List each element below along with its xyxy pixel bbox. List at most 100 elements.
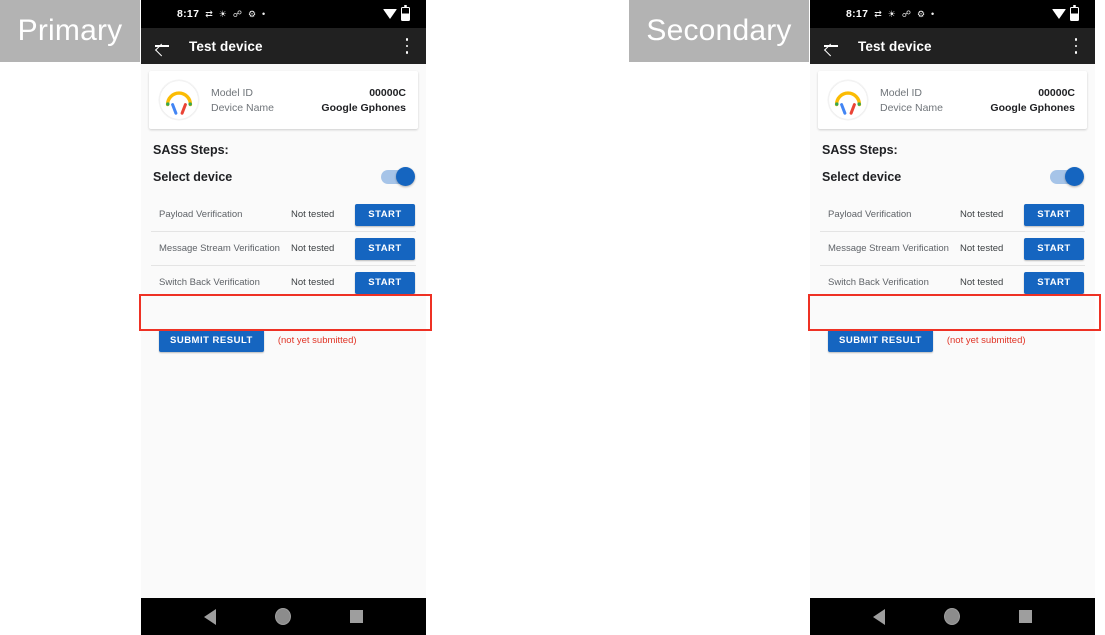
model-id-label: Model ID — [211, 86, 254, 99]
bluetooth-icon: ☍ — [901, 8, 911, 19]
start-button[interactable]: START — [1024, 203, 1084, 226]
start-button[interactable]: START — [355, 203, 415, 226]
test-name: Switch Back Verification — [159, 276, 260, 288]
back-arrow-icon[interactable] — [822, 37, 840, 55]
device-info-row-model: Model ID 00000C — [880, 85, 1075, 100]
app-bar: Test device — [810, 28, 1095, 64]
table-row: Message Stream Verification Not tested S… — [151, 232, 416, 266]
device-card: Model ID 00000C Device Name Google Gphon… — [149, 71, 418, 129]
device-info-rows: Model ID 00000C Device Name Google Gphon… — [211, 85, 406, 115]
nav-home-icon[interactable] — [943, 608, 960, 625]
main-content: SASS Steps: Select device Payload Verifi… — [810, 143, 1095, 352]
device-info-row-model: Model ID 00000C — [211, 85, 406, 100]
bluetooth-icon: ☍ — [232, 8, 242, 19]
android-nav-bar — [810, 598, 1095, 635]
submit-status-note: (not yet submitted) — [946, 335, 1026, 346]
headphones-device-icon — [159, 80, 199, 120]
main-content: SASS Steps: Select device Payload Verifi… — [141, 143, 426, 352]
start-button[interactable]: START — [1024, 271, 1084, 294]
select-device-row: Select device — [822, 167, 1084, 186]
test-status: Not tested — [291, 209, 335, 220]
nav-back-icon[interactable] — [204, 608, 217, 625]
back-arrow-icon[interactable] — [153, 37, 171, 55]
table-row: Payload Verification Not tested START — [151, 198, 416, 232]
test-status: Not tested — [960, 209, 1004, 220]
nav-back-icon[interactable] — [873, 608, 886, 625]
submit-status-note: (not yet submitted) — [277, 335, 357, 346]
sass-steps-heading: SASS Steps: — [153, 143, 229, 157]
select-device-toggle[interactable] — [381, 167, 415, 186]
select-device-label: Select device — [153, 170, 233, 184]
test-status: Not tested — [960, 243, 1004, 254]
device-name-label: Device Name — [211, 101, 275, 114]
wifi-icon — [1052, 9, 1066, 19]
dot-icon: • — [262, 8, 266, 19]
device-info-row-name: Device Name Google Gphones — [880, 100, 1075, 115]
page-title: Test device — [189, 38, 263, 54]
start-button[interactable]: START — [1024, 237, 1084, 260]
page-title: Test device — [858, 38, 932, 54]
kebab-menu-icon[interactable] — [1069, 37, 1083, 55]
headphones-device-icon — [828, 80, 868, 120]
brightness-icon: ☀ — [218, 8, 227, 19]
device-card-container: Model ID 00000C Device Name Google Gphon… — [141, 64, 426, 129]
status-bar-left-group: 8:17 ⇄ ☀ ☍ ⚙ • — [177, 8, 265, 20]
app-bar: Test device — [141, 28, 426, 64]
annotation-label-primary: Primary — [0, 0, 140, 62]
sync-icon: ⇄ — [205, 8, 213, 19]
submit-row: SUBMIT RESULT (not yet submitted) — [828, 329, 1085, 352]
start-button[interactable]: START — [355, 237, 415, 260]
android-nav-bar — [141, 598, 426, 635]
device-name-value: Google Gphones — [321, 101, 406, 114]
device-card: Model ID 00000C Device Name Google Gphon… — [818, 71, 1087, 129]
status-bar: 8:17 ⇄ ☀ ☍ ⚙ • — [141, 0, 426, 28]
select-device-toggle[interactable] — [1050, 167, 1084, 186]
test-name: Payload Verification — [828, 208, 912, 220]
table-row: Message Stream Verification Not tested S… — [820, 232, 1085, 266]
phone-screenshot-primary: 8:17 ⇄ ☀ ☍ ⚙ • Test device Model ID 0000… — [141, 0, 426, 635]
table-row: Switch Back Verification Not tested STAR… — [151, 266, 416, 299]
dot-icon: • — [931, 8, 935, 19]
table-row: Payload Verification Not tested START — [820, 198, 1085, 232]
model-id-value: 00000C — [1038, 86, 1075, 99]
device-name-value: Google Gphones — [990, 101, 1075, 114]
sass-steps-heading: SASS Steps: — [822, 143, 898, 157]
location-icon: ⚙ — [247, 8, 257, 19]
model-id-label: Model ID — [880, 86, 923, 99]
submit-row: SUBMIT RESULT (not yet submitted) — [159, 329, 416, 352]
test-name: Message Stream Verification — [828, 242, 949, 254]
battery-icon — [1070, 5, 1079, 21]
device-info-rows: Model ID 00000C Device Name Google Gphon… — [880, 85, 1075, 115]
device-card-container: Model ID 00000C Device Name Google Gphon… — [810, 64, 1095, 129]
submit-result-button[interactable]: SUBMIT RESULT — [828, 329, 933, 352]
phone-screenshot-secondary: 8:17 ⇄ ☀ ☍ ⚙ • Test device Model ID 0000… — [810, 0, 1095, 635]
test-list: Payload Verification Not tested START Me… — [820, 198, 1085, 299]
test-list: Payload Verification Not tested START Me… — [151, 198, 416, 299]
test-name: Payload Verification — [159, 208, 243, 220]
status-bar-left-group: 8:17 ⇄ ☀ ☍ ⚙ • — [846, 8, 934, 20]
status-bar-right-group — [383, 5, 410, 21]
nav-recents-icon[interactable] — [349, 610, 363, 623]
test-name: Switch Back Verification — [828, 276, 929, 288]
status-bar-right-group — [1052, 5, 1079, 21]
status-bar-clock: 8:17 — [846, 8, 869, 20]
status-bar: 8:17 ⇄ ☀ ☍ ⚙ • — [810, 0, 1095, 28]
device-info-row-name: Device Name Google Gphones — [211, 100, 406, 115]
annotation-label-secondary: Secondary — [629, 0, 809, 62]
wifi-icon — [383, 9, 397, 19]
status-bar-clock: 8:17 — [177, 8, 200, 20]
select-device-row: Select device — [153, 167, 415, 186]
location-icon: ⚙ — [916, 8, 926, 19]
kebab-menu-icon[interactable] — [400, 37, 414, 55]
nav-recents-icon[interactable] — [1018, 610, 1032, 623]
submit-result-button[interactable]: SUBMIT RESULT — [159, 329, 264, 352]
battery-icon — [401, 5, 410, 21]
device-name-label: Device Name — [880, 101, 944, 114]
brightness-icon: ☀ — [887, 8, 896, 19]
test-status: Not tested — [291, 277, 335, 288]
test-status: Not tested — [291, 243, 335, 254]
start-button[interactable]: START — [355, 271, 415, 294]
nav-home-icon[interactable] — [274, 608, 291, 625]
toggle-knob — [1065, 167, 1084, 186]
test-name: Message Stream Verification — [159, 242, 280, 254]
